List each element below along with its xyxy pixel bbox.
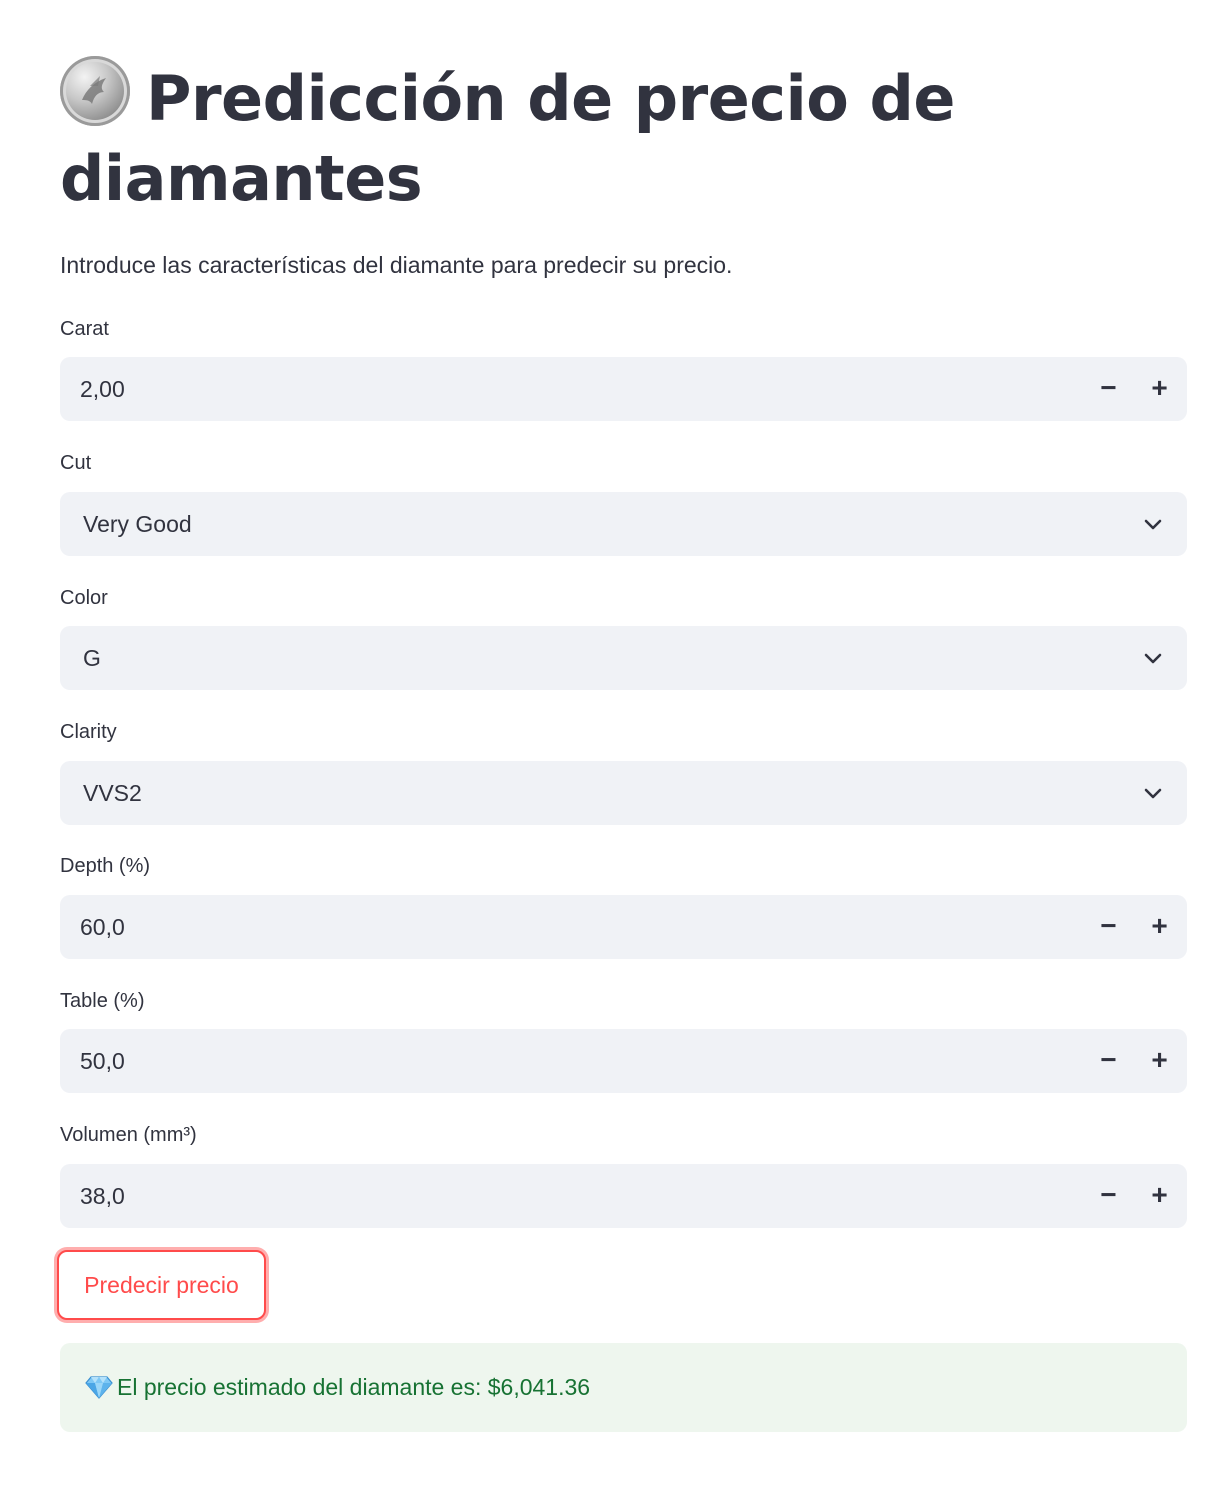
gem-icon — [85, 1376, 113, 1399]
app-page: Predicción de precio de diamantes Introd… — [0, 0, 1222, 1488]
depth-value[interactable]: 60,0 — [80, 895, 125, 959]
page-title: Predicción de precio de diamantes — [60, 56, 1060, 219]
depth-decrement-button[interactable]: − — [1083, 895, 1134, 959]
table-decrement-button[interactable]: − — [1083, 1029, 1134, 1093]
color-select[interactable]: G — [60, 626, 1187, 690]
chevron-down-icon[interactable] — [1141, 781, 1165, 805]
predict-price-button[interactable]: Predecir precio — [57, 1250, 266, 1320]
carat-value[interactable]: 2,00 — [80, 357, 125, 421]
volume-decrement-button[interactable]: − — [1083, 1164, 1134, 1228]
page-title-text: Predicción de precio de diamantes — [60, 62, 955, 215]
table-label: Table (%) — [60, 990, 145, 1012]
table-increment-button[interactable]: + — [1134, 1029, 1185, 1093]
page-subtitle: Introduce las características del diaman… — [60, 252, 733, 278]
volume-increment-button[interactable]: + — [1134, 1164, 1185, 1228]
result-text: El precio estimado del diamante es: $6,0… — [117, 1374, 591, 1400]
cut-select[interactable]: Very Good — [60, 492, 1187, 556]
coin-icon — [60, 56, 130, 126]
clarity-label: Clarity — [60, 721, 117, 743]
cut-label: Cut — [60, 452, 92, 474]
carat-increment-button[interactable]: + — [1134, 357, 1185, 421]
table-number-input[interactable]: 50,0 − + — [60, 1029, 1187, 1093]
cut-selected-value: Very Good — [83, 511, 192, 537]
color-label: Color — [60, 587, 108, 609]
carat-number-input[interactable]: 2,00 − + — [60, 357, 1187, 421]
clarity-select[interactable]: VVS2 — [60, 761, 1187, 825]
chevron-down-icon[interactable] — [1141, 512, 1165, 536]
volume-label: Volumen (mm³) — [60, 1124, 197, 1146]
carat-label: Carat — [60, 318, 109, 340]
volume-number-input[interactable]: 38,0 − + — [60, 1164, 1187, 1228]
depth-label: Depth (%) — [60, 855, 151, 877]
depth-number-input[interactable]: 60,0 − + — [60, 895, 1187, 959]
carat-decrement-button[interactable]: − — [1083, 357, 1134, 421]
table-value[interactable]: 50,0 — [80, 1029, 125, 1093]
color-selected-value: G — [83, 645, 101, 671]
chevron-down-icon[interactable] — [1141, 646, 1165, 670]
clarity-selected-value: VVS2 — [83, 780, 142, 806]
volume-value[interactable]: 38,0 — [80, 1164, 125, 1228]
result-success-alert: El precio estimado del diamante es: $6,0… — [60, 1343, 1187, 1432]
depth-increment-button[interactable]: + — [1134, 895, 1185, 959]
